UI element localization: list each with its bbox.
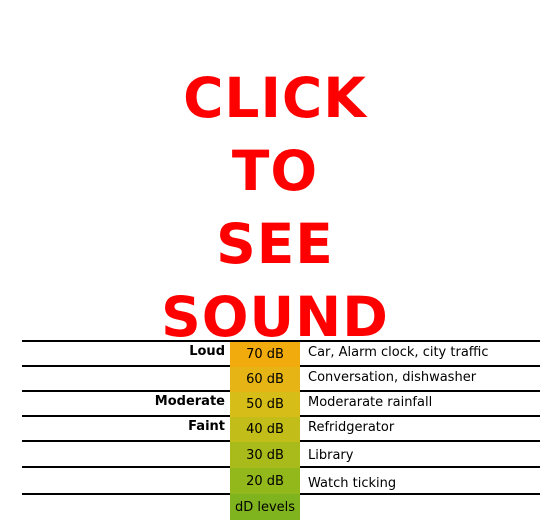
db-level-cell: 70 dB [230, 342, 300, 367]
click-to-see-sound-link[interactable]: CLICK TO SEE SOUND [140, 62, 410, 354]
db-level-cell: 40 dB [230, 417, 300, 442]
db-level-cell: 20 dB [230, 468, 300, 494]
db-level-cell: 50 dB [230, 392, 300, 417]
cta-line-2: TO [231, 139, 319, 203]
intensity-label: Loud [189, 344, 225, 359]
sound-example-label: Car, Alarm clock, city traffic [308, 345, 489, 360]
intensity-label: Moderate [154, 394, 225, 409]
db-level-cell: 30 dB [230, 442, 300, 468]
intensity-label: Faint [188, 419, 225, 434]
decibel-scale: 70 dB Car, Alarm clock, city traffic Loud 6… [0, 340, 550, 520]
db-levels-caption: dD levels [230, 494, 300, 520]
sound-example-label: Moderarate rainfall [308, 395, 433, 410]
sound-example-label: Conversation, dishwasher [308, 370, 477, 385]
sound-example-label: Watch ticking [308, 476, 397, 491]
db-level-cell: 60 dB [230, 367, 300, 392]
sound-example-label: Refridgerator [308, 420, 395, 435]
sound-example-label: Library [308, 448, 354, 463]
cta-line-1: CLICK [183, 66, 367, 130]
cta-line-3: SEE [216, 212, 334, 276]
